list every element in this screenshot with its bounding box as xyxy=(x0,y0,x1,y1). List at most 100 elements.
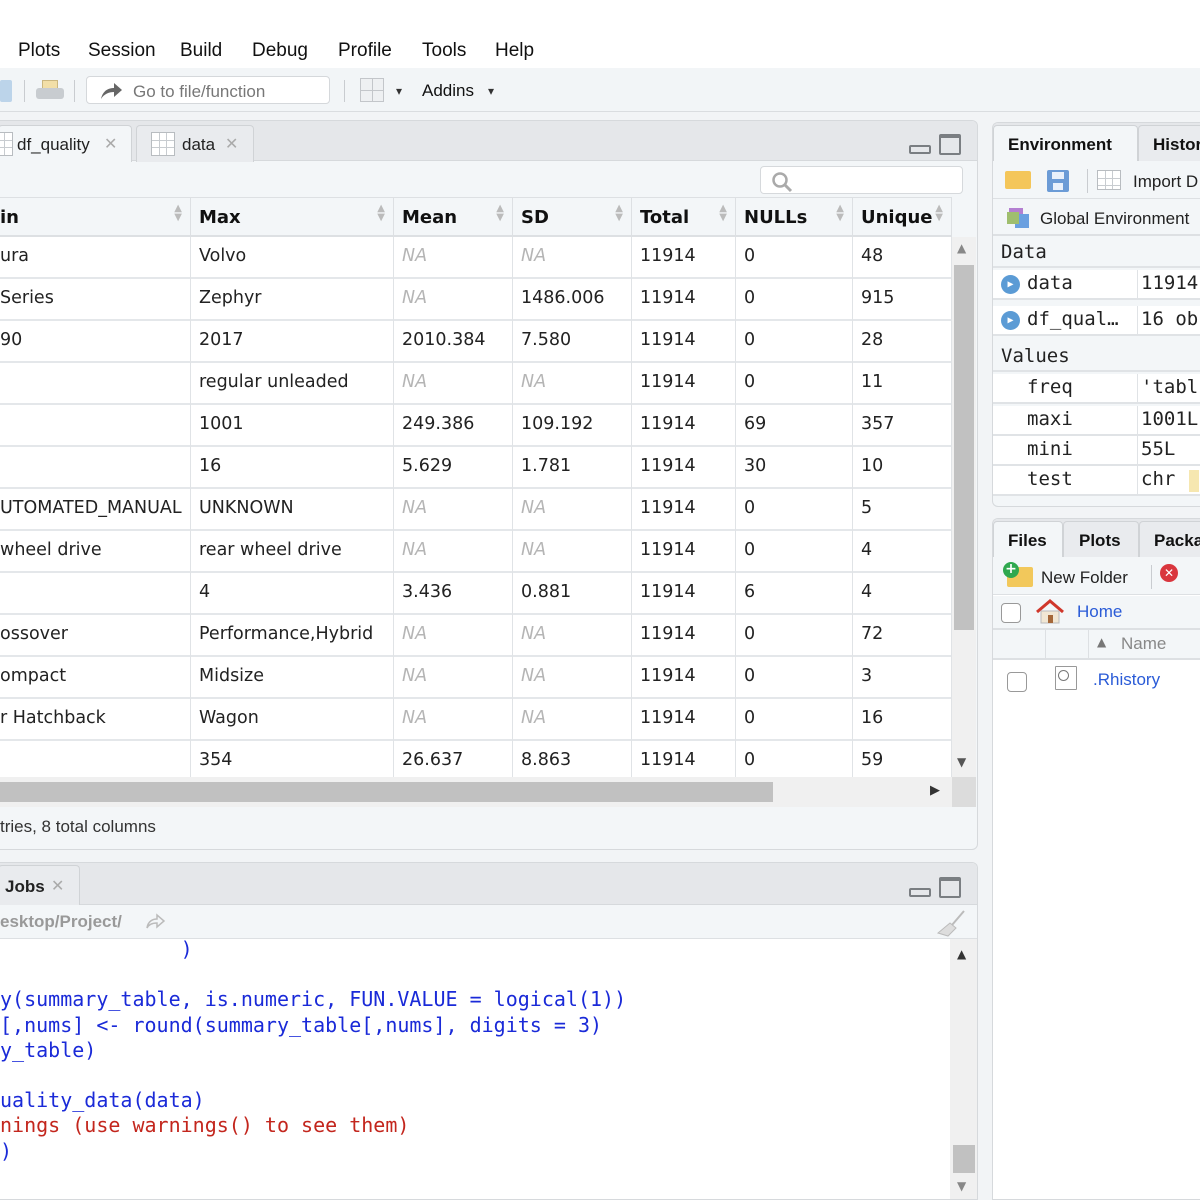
go-to-directory-icon[interactable] xyxy=(145,913,165,929)
table-cell: 1486.006 xyxy=(513,279,632,321)
scroll-thumb[interactable] xyxy=(954,265,974,630)
env-value-item[interactable]: test chr xyxy=(993,466,1200,496)
save-workspace-icon[interactable] xyxy=(1047,170,1069,192)
column-header[interactable]: SD ▲ ▼ xyxy=(513,198,632,238)
close-tab-icon[interactable]: ✕ xyxy=(104,134,117,153)
env-data-item[interactable]: ▶ data 11914 xyxy=(993,270,1200,300)
console-vertical-scrollbar[interactable]: ▲ ▼ xyxy=(950,939,977,1199)
home-link[interactable]: Home xyxy=(1077,602,1122,622)
clear-console-broom-icon[interactable] xyxy=(936,909,968,937)
env-data-item[interactable]: ▶ df_qual… 16 ob xyxy=(993,306,1200,336)
table-cell xyxy=(0,741,191,777)
import-dataset-button[interactable]: Import D xyxy=(1133,172,1198,192)
maximize-pane-icon[interactable] xyxy=(939,134,961,155)
table-cell: 0 xyxy=(736,657,853,699)
environment-scope-selector[interactable]: Global Environment xyxy=(993,200,1200,236)
print-icon[interactable] xyxy=(36,80,64,100)
addins-button[interactable]: Addins xyxy=(422,81,474,101)
scroll-up-icon[interactable]: ▲ xyxy=(957,947,966,961)
minimize-pane-icon[interactable] xyxy=(909,145,931,154)
close-tab-icon[interactable]: ✕ xyxy=(225,134,238,153)
tab-files[interactable]: Files xyxy=(993,521,1063,557)
var-name: test xyxy=(1027,468,1073,490)
new-folder-button[interactable]: New Folder xyxy=(1041,568,1128,588)
goto-file-function-input[interactable]: Go to file/function xyxy=(86,76,330,104)
scroll-up-icon[interactable]: ▲ xyxy=(957,241,966,255)
table-cell: ura xyxy=(0,237,191,279)
table-vertical-scrollbar[interactable]: ▲ ▼ xyxy=(952,237,976,777)
sort-icon[interactable]: ▲ ▼ xyxy=(719,204,727,223)
scroll-down-icon[interactable]: ▼ xyxy=(957,755,966,769)
table-search-input[interactable] xyxy=(760,166,963,194)
table-cell: 0 xyxy=(736,321,853,363)
working-directory[interactable]: esktop/Project/ xyxy=(0,912,122,932)
table-cell: NA xyxy=(394,699,513,741)
sort-icon[interactable]: ▲ ▼ xyxy=(836,204,844,223)
console-line: ) xyxy=(0,937,193,961)
tab-df-quality[interactable]: df_quality ✕ xyxy=(0,125,132,162)
file-link[interactable]: .Rhistory xyxy=(1093,670,1160,690)
menu-tools[interactable]: Tools xyxy=(422,40,466,62)
close-tab-icon[interactable]: ✕ xyxy=(51,876,64,895)
menu-build[interactable]: Build xyxy=(180,40,222,62)
scroll-thumb[interactable] xyxy=(0,782,773,802)
tab-plots[interactable]: Plots xyxy=(1063,521,1139,557)
table-cell: NA xyxy=(394,237,513,279)
pane-layout-icon[interactable] xyxy=(360,78,384,102)
console-output[interactable]: ) y(summary_table, is.numeric, FUN.VALUE … xyxy=(0,937,950,1199)
column-header[interactable]: Total ▲ ▼ xyxy=(632,198,736,238)
scroll-down-icon[interactable]: ▼ xyxy=(957,1179,966,1193)
delete-icon[interactable]: ✕ xyxy=(1160,564,1178,582)
pane-layout-dropdown-icon[interactable]: ▾ xyxy=(396,84,402,98)
sort-icon[interactable]: ▲ ▼ xyxy=(377,204,385,223)
table-icon xyxy=(0,132,13,156)
table-cell: 7.580 xyxy=(513,321,632,363)
maximize-pane-icon[interactable] xyxy=(939,877,961,898)
console-pane: Jobs ✕ esktop/Project/ ) y(summary_table,… xyxy=(0,862,978,1200)
sort-icon[interactable]: ▲ ▼ xyxy=(615,204,623,223)
column-header[interactable]: Unique ▲ ▼ xyxy=(853,198,952,238)
file-row[interactable]: .Rhistory xyxy=(993,662,1200,700)
menu-debug[interactable]: Debug xyxy=(252,40,308,62)
column-header[interactable]: in ▲ ▼ xyxy=(0,198,191,238)
toolbar-separator xyxy=(74,80,75,102)
table-cell: 11914 xyxy=(632,447,736,489)
env-value-item[interactable]: mini 55L xyxy=(993,436,1200,466)
menu-plots[interactable]: Plots xyxy=(18,40,60,62)
menu-help[interactable]: Help xyxy=(495,40,534,62)
tab-environment[interactable]: Environment xyxy=(993,125,1138,161)
sort-icon[interactable]: ▲ ▼ xyxy=(174,204,182,223)
addins-dropdown-icon[interactable]: ▾ xyxy=(488,84,494,98)
tab-packages[interactable]: Packa xyxy=(1139,521,1200,557)
table-cell: Midsize xyxy=(191,657,394,699)
home-icon[interactable] xyxy=(1035,599,1065,625)
file-checkbox[interactable] xyxy=(1007,672,1027,692)
name-column-header[interactable]: Name xyxy=(1121,634,1166,654)
menu-session[interactable]: Session xyxy=(88,40,156,62)
column-header[interactable]: Max ▲ ▼ xyxy=(191,198,394,238)
expand-icon[interactable]: ▶ xyxy=(1001,275,1020,294)
sort-icon[interactable]: ▲ ▼ xyxy=(496,204,504,223)
scroll-thumb[interactable] xyxy=(953,1145,975,1173)
table-cell xyxy=(0,573,191,615)
column-header[interactable]: NULLs ▲ ▼ xyxy=(736,198,853,238)
sort-icon[interactable]: ▲ ▼ xyxy=(935,204,943,223)
tab-data[interactable]: data ✕ xyxy=(136,125,254,162)
table-cell: 0 xyxy=(736,279,853,321)
table-horizontal-scrollbar[interactable]: ▶ xyxy=(0,777,952,807)
load-workspace-icon[interactable] xyxy=(1005,171,1031,189)
env-value-item[interactable]: maxi 1001L xyxy=(993,406,1200,436)
tab-history[interactable]: Histor xyxy=(1138,125,1200,161)
select-all-checkbox[interactable] xyxy=(1001,603,1021,623)
menu-profile[interactable]: Profile xyxy=(338,40,392,62)
tab-label: Plots xyxy=(1079,531,1121,550)
table-cell: 72 xyxy=(853,615,952,657)
expand-icon[interactable]: ▶ xyxy=(1001,311,1020,330)
env-value-item[interactable]: freq 'tabl xyxy=(993,374,1200,404)
column-header[interactable]: Mean ▲ ▼ xyxy=(394,198,513,238)
tab-jobs[interactable]: Jobs ✕ xyxy=(0,865,80,905)
save-all-icon[interactable] xyxy=(0,80,12,102)
table-cell: 249.386 xyxy=(394,405,513,447)
scroll-right-icon[interactable]: ▶ xyxy=(930,783,940,798)
minimize-pane-icon[interactable] xyxy=(909,888,931,897)
